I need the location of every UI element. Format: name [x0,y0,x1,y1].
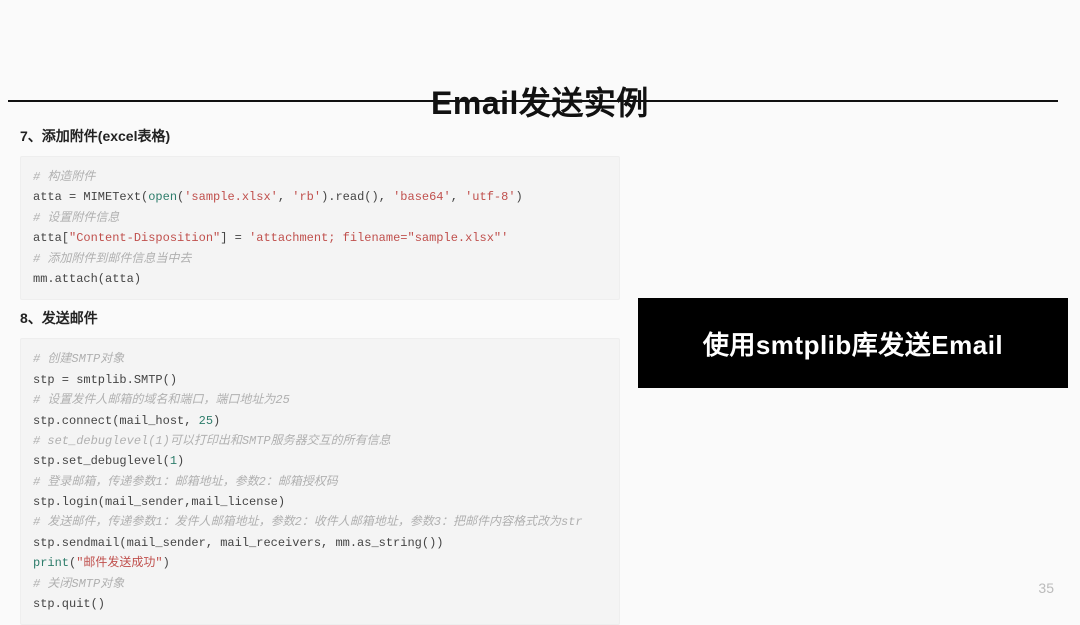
code-line: atta["Content-Disposition"] = 'attachmen… [33,231,508,245]
code-comment: # 发送邮件，传递参数1：发件人邮箱地址，参数2：收件人邮箱地址，参数3：把邮件… [33,515,583,529]
section-7-heading: 7、添加附件(excel表格) [20,126,620,146]
code-comment: # 构造附件 [33,170,95,184]
code-line: stp.sendmail(mail_sender, mail_receivers… [33,536,443,550]
code-block-7: # 构造附件 atta = MIMEText(open('sample.xlsx… [20,156,620,300]
code-line: mm.attach(atta) [33,272,141,286]
callout-text: 使用smtplib库发送Email [703,325,1003,362]
code-block-8: # 创建SMTP对象 stp = smtplib.SMTP() # 设置发件人邮… [20,338,620,625]
code-line: atta = MIMEText(open('sample.xlsx', 'rb'… [33,190,523,204]
code-comment: # 设置附件信息 [33,211,119,225]
code-comment: # set_debuglevel(1)可以打印出和SMTP服务器交互的所有信息 [33,434,391,448]
code-line: stp = smtplib.SMTP() [33,373,177,387]
callout-box: 使用smtplib库发送Email [638,298,1068,388]
code-line: stp.connect(mail_host, 25) [33,414,220,428]
code-comment: # 设置发件人邮箱的域名和端口，端口地址为25 [33,393,290,407]
code-comment: # 关闭SMTP对象 [33,577,124,591]
section-8-heading: 8、发送邮件 [20,308,620,328]
code-line: stp.quit() [33,597,105,611]
code-comment: # 登录邮箱，传递参数1：邮箱地址，参数2：邮箱授权码 [33,475,338,489]
code-line: print("邮件发送成功") [33,556,170,570]
code-comment: # 添加附件到邮件信息当中去 [33,252,191,266]
top-rule [8,100,1058,102]
code-line: stp.set_debuglevel(1) [33,454,184,468]
page-number: 35 [1038,580,1054,596]
left-column: 7、添加附件(excel表格) # 构造附件 atta = MIMEText(o… [20,118,620,625]
code-line: stp.login(mail_sender,mail_license) [33,495,285,509]
code-comment: # 创建SMTP对象 [33,352,124,366]
